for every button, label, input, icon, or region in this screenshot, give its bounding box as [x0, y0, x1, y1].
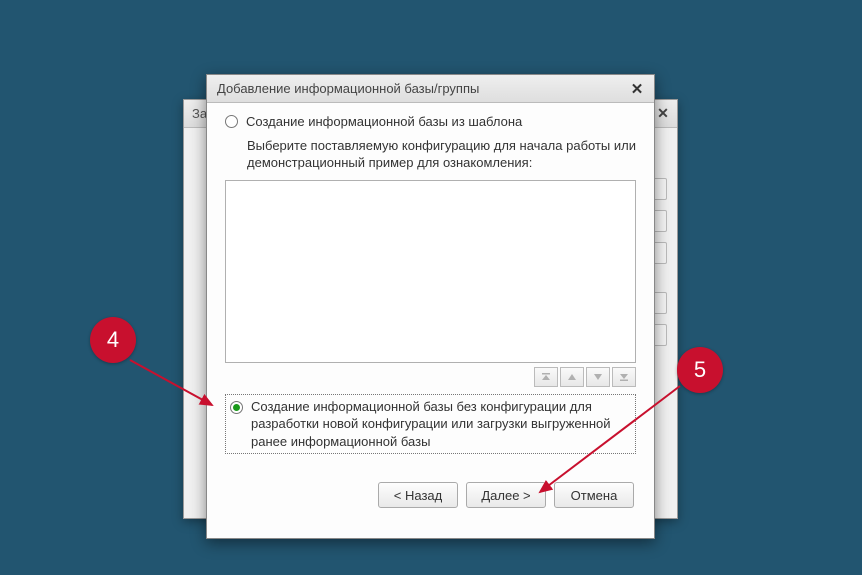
move-up-icon [567, 372, 577, 382]
add-infobase-dialog: Добавление информационной базы/группы ✕ … [206, 74, 655, 539]
move-bottom-button[interactable] [612, 367, 636, 387]
background-title: За [192, 106, 207, 121]
close-button[interactable]: ✕ [627, 80, 647, 98]
dialog-title: Добавление информационной базы/группы [217, 81, 479, 96]
dialog-content: Создание информационной базы из шаблона … [207, 103, 654, 520]
move-up-button[interactable] [560, 367, 584, 387]
move-top-button[interactable] [534, 367, 558, 387]
dialog-titlebar: Добавление информационной базы/группы ✕ [207, 75, 654, 103]
move-down-button[interactable] [586, 367, 610, 387]
move-bottom-icon [619, 372, 629, 382]
template-list[interactable] [225, 180, 636, 363]
callout-5: 5 [677, 347, 723, 393]
move-down-icon [593, 372, 603, 382]
background-close-button[interactable]: ✕ [653, 104, 673, 122]
option-from-template[interactable]: Создание информационной базы из шаблона [225, 113, 636, 131]
cancel-button[interactable]: Отмена [554, 482, 634, 508]
option-no-config-label: Создание информационной базы без конфигу… [251, 398, 631, 451]
option-from-template-label: Создание информационной базы из шаблона [246, 113, 522, 131]
callout-4: 4 [90, 317, 136, 363]
option-from-template-desc: Выберите поставляемую конфигурацию для н… [247, 137, 636, 172]
dialog-button-row: < Назад Далее > Отмена [225, 482, 636, 508]
back-button[interactable]: < Назад [378, 482, 458, 508]
reorder-toolbar [225, 367, 636, 387]
next-button[interactable]: Далее > [466, 482, 546, 508]
option-no-config[interactable]: Создание информационной базы без конфигу… [225, 394, 636, 455]
radio-no-config[interactable] [230, 401, 243, 414]
radio-from-template[interactable] [225, 115, 238, 128]
move-top-icon [541, 372, 551, 382]
